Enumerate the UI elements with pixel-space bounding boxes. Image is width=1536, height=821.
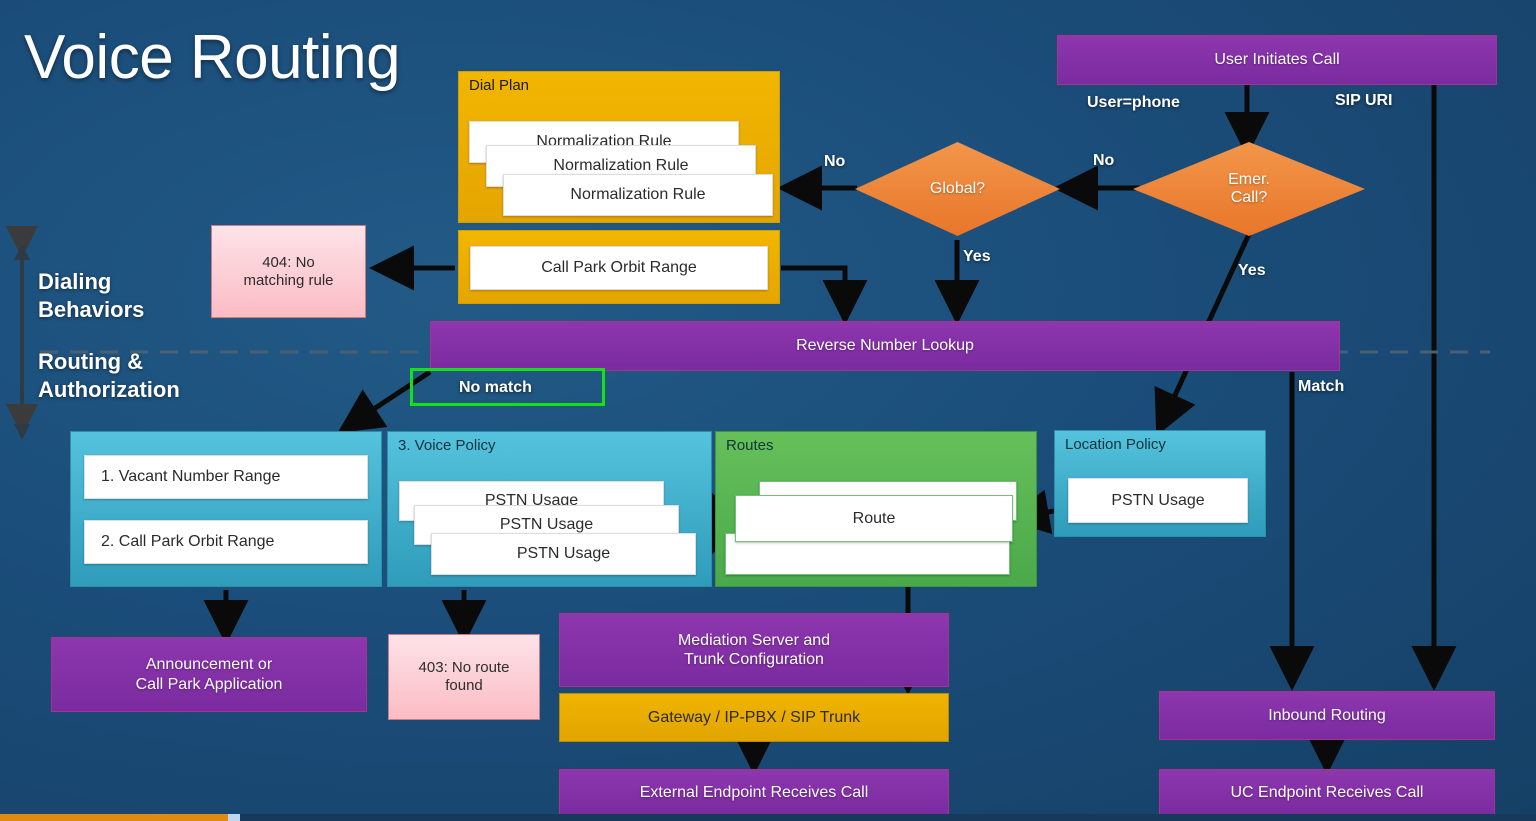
- node-external-endpoint[interactable]: External Endpoint Receives Call: [559, 769, 949, 816]
- section-label-dialing-behaviors: Dialing Behaviors: [38, 268, 144, 323]
- node-label: UC Endpoint Receives Call: [1230, 783, 1424, 801]
- slide-canvas: Voice Routing User Initiates Call User=p…: [0, 0, 1536, 821]
- decision-label: Emer. Call?: [1133, 142, 1365, 236]
- node-route[interactable]: Route: [735, 495, 1013, 542]
- decision-global[interactable]: Global?: [855, 142, 1060, 236]
- panel-title-dial-plan: Dial Plan: [469, 77, 530, 94]
- node-label: Gateway / IP-PBX / SIP Trunk: [647, 708, 861, 726]
- edge-label-no-match: No match: [410, 368, 605, 406]
- page-title: Voice Routing: [24, 23, 401, 92]
- node-call-park-orbit-range[interactable]: Call Park Orbit Range: [470, 246, 768, 290]
- section-label-routing-authorization: Routing & Authorization: [38, 348, 180, 403]
- progress-fill: [0, 814, 228, 821]
- edge-label-yes-emer: Yes: [1238, 262, 1266, 279]
- node-gateway-ippbx-siptrunk[interactable]: Gateway / IP-PBX / SIP Trunk: [559, 693, 949, 742]
- node-label: Reverse Number Lookup: [796, 337, 974, 355]
- node-label: PSTN Usage: [499, 516, 594, 534]
- node-label: Route: [852, 509, 896, 527]
- edge-label-sip-uri: SIP URI: [1335, 92, 1393, 109]
- node-inbound-routing[interactable]: Inbound Routing: [1159, 691, 1495, 740]
- edge-label-user-phone: User=phone: [1087, 94, 1180, 111]
- node-label: PSTN Usage: [516, 545, 611, 563]
- edge-label-no-global: No: [824, 153, 846, 170]
- node-label-line2: Trunk Configuration: [684, 651, 824, 668]
- decision-label-line1: Emer.: [1228, 170, 1270, 188]
- edge-label-yes-global: Yes: [963, 248, 991, 265]
- node-label: 2. Call Park Orbit Range: [101, 533, 275, 551]
- node-label: Normalization Rule: [553, 157, 689, 175]
- panel-title-routes: Routes: [726, 437, 774, 454]
- node-label-line2: matching rule: [243, 271, 334, 289]
- node-label: User Initiates Call: [1214, 51, 1340, 69]
- progress-knob[interactable]: [228, 814, 240, 821]
- panel-title-location-policy: Location Policy: [1065, 436, 1166, 453]
- node-normalization-rule-3[interactable]: Normalization Rule: [503, 174, 773, 216]
- node-label: 1. Vacant Number Range: [101, 468, 281, 486]
- node-call-park-orbit-range-2[interactable]: 2. Call Park Orbit Range: [84, 520, 368, 564]
- node-location-pstn-usage[interactable]: PSTN Usage: [1068, 478, 1248, 523]
- edge-label-match: Match: [1298, 378, 1345, 395]
- node-label: PSTN Usage: [1111, 491, 1205, 509]
- node-uc-endpoint[interactable]: UC Endpoint Receives Call: [1159, 769, 1495, 816]
- node-user-initiates-call[interactable]: User Initiates Call: [1057, 35, 1497, 85]
- node-error-403[interactable]: 403: No route found: [388, 634, 540, 720]
- section-label-line2: Authorization: [38, 376, 180, 402]
- panel-title-voice-policy: 3. Voice Policy: [398, 437, 496, 454]
- node-label: Inbound Routing: [1268, 706, 1386, 724]
- node-label-line2: found: [445, 677, 483, 694]
- node-error-404[interactable]: 404: No matching rule: [211, 225, 366, 318]
- node-label-line1: 403: No route: [418, 659, 510, 676]
- node-label-line1: 404: No: [262, 253, 315, 271]
- node-label-line1: Announcement or: [145, 656, 273, 674]
- node-announcement-call-park[interactable]: Announcement or Call Park Application: [51, 637, 367, 712]
- decision-label: Global?: [929, 179, 986, 197]
- node-pstn-usage-3[interactable]: PSTN Usage: [431, 533, 696, 575]
- node-reverse-number-lookup[interactable]: Reverse Number Lookup: [430, 321, 1340, 371]
- section-label-line1: Routing &: [38, 349, 144, 374]
- section-label-line1: Dialing: [38, 269, 112, 294]
- node-label-line1: Mediation Server and: [677, 631, 831, 649]
- node-label: External Endpoint Receives Call: [639, 783, 869, 801]
- node-label: Call Park Orbit Range: [541, 259, 697, 277]
- decision-emergency-call[interactable]: Emer. Call?: [1133, 142, 1365, 236]
- section-label-line2: Behaviors: [38, 296, 145, 322]
- node-mediation-server[interactable]: Mediation Server and Trunk Configuration: [559, 613, 949, 687]
- decision-label-line2: Call?: [1230, 189, 1268, 206]
- node-label: Normalization Rule: [570, 186, 706, 204]
- edge-label-no-emer: No: [1093, 152, 1115, 169]
- node-vacant-number-range[interactable]: 1. Vacant Number Range: [84, 455, 368, 499]
- node-label-line2: Call Park Application: [135, 675, 283, 693]
